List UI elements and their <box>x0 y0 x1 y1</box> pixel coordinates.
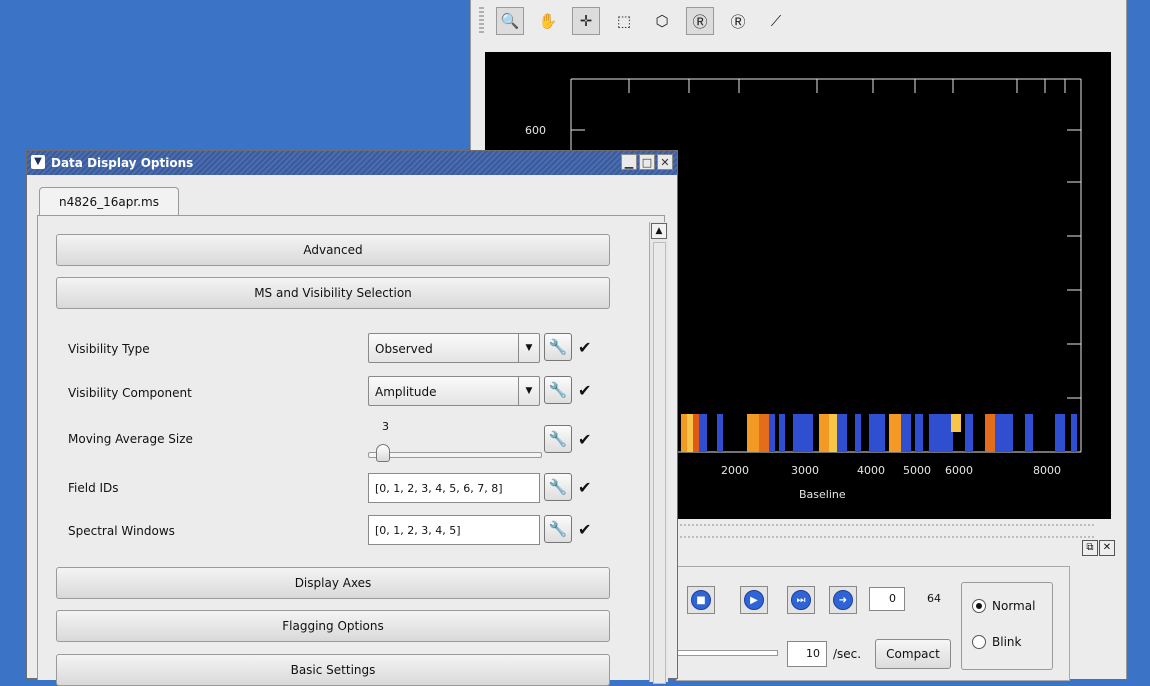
mode-blink-option[interactable]: Blink <box>972 635 1021 649</box>
wrench-icon[interactable]: 🔧 <box>544 376 572 404</box>
x-axis-label: Baseline <box>799 488 846 501</box>
checkmark-icon: ✔ <box>578 381 592 400</box>
checkmark-icon: ✔ <box>578 478 592 497</box>
close-icon[interactable]: ✕ <box>657 154 673 170</box>
play-icon: ▶ <box>744 590 764 610</box>
region-r2-icon: Ⓡ <box>730 12 746 31</box>
ms-visibility-section-button[interactable]: MS and Visibility Selection <box>56 277 610 309</box>
data-display-options-dialog: ▼ Data Display Options ▁ □ ✕ n4826_16apr… <box>26 150 678 686</box>
x-tick-label: 8000 <box>1033 464 1061 477</box>
x-tick-label: 3000 <box>791 464 819 477</box>
polygon-icon: ⬡ <box>655 12 669 30</box>
play-forward-button[interactable]: ▶ <box>740 586 768 614</box>
step-forward-icon: ⏭ <box>791 590 811 610</box>
frame-total: 64 <box>927 592 941 605</box>
tab-n4826-16apr[interactable]: n4826_16apr.ms <box>39 187 179 216</box>
polygon-tool-button[interactable]: ⬡ <box>648 7 676 35</box>
crosshair-icon: ✛ <box>579 12 593 30</box>
y-tick-label: 600 <box>525 124 546 137</box>
checkmark-icon: ✔ <box>578 430 592 449</box>
close-icon[interactable]: ✕ <box>1099 540 1115 556</box>
zoom-icon: 🔍 <box>500 12 520 30</box>
flagging-options-section-button[interactable]: Flagging Options <box>56 610 610 642</box>
options-panel: Advanced MS and Visibility Selection Vis… <box>37 215 668 686</box>
moving-average-slider[interactable] <box>368 452 542 458</box>
region-r2-tool-button[interactable]: Ⓡ <box>724 7 752 35</box>
advanced-section-button[interactable]: Advanced <box>56 234 610 266</box>
last-frame-icon: ➜ <box>833 590 853 610</box>
rectangle-tool-button[interactable]: ⬚ <box>610 7 638 35</box>
visibility-component-select[interactable]: Amplitude ▼ <box>368 376 540 406</box>
basic-settings-section-button[interactable]: Basic Settings <box>56 654 610 686</box>
wrench-icon[interactable]: 🔧 <box>544 425 572 453</box>
dock-separator[interactable] <box>676 524 1096 538</box>
mode-normal-option[interactable]: Normal <box>972 599 1035 613</box>
window-controls: ▁ □ ✕ <box>621 154 673 170</box>
pan-icon: ✋ <box>538 12 558 30</box>
rectangle-icon: ⬚ <box>616 12 632 30</box>
scroll-thumb[interactable] <box>653 242 666 684</box>
rate-slider[interactable] <box>676 650 778 656</box>
moving-average-label: Moving Average Size <box>68 432 193 446</box>
toolbar-grip[interactable] <box>479 7 484 35</box>
visibility-type-label: Visibility Type <box>68 342 150 356</box>
rate-unit: /sec. <box>833 647 862 661</box>
checkmark-icon: ✔ <box>578 520 592 539</box>
visibility-type-select[interactable]: Observed ▼ <box>368 333 540 363</box>
stop-button[interactable]: ■ <box>687 586 715 614</box>
vertical-scrollbar[interactable]: ▲ <box>649 222 668 684</box>
checkmark-icon: ✔ <box>578 338 592 357</box>
x-tick-label: 5000 <box>903 464 931 477</box>
dialog-titlebar[interactable]: ▼ Data Display Options ▁ □ ✕ <box>27 151 677 175</box>
window-menu-icon[interactable]: ▼ <box>31 155 45 169</box>
maximize-icon[interactable]: □ <box>639 154 655 170</box>
region-r-icon: Ⓡ <box>692 12 708 31</box>
radio-unselected-icon[interactable] <box>972 635 986 649</box>
dock-buttons: ⧉ ✕ <box>1082 540 1115 556</box>
step-forward-button[interactable]: ⏭ <box>787 586 815 614</box>
x-tick-label: 4000 <box>857 464 885 477</box>
rate-input[interactable]: 10 <box>787 641 827 667</box>
radio-selected-icon[interactable] <box>972 599 986 613</box>
viewer-toolbar: 🔍 ✋ ✛ ⬚ ⬡ Ⓡ Ⓡ ⟋ <box>479 4 790 38</box>
scroll-up-icon[interactable]: ▲ <box>651 223 667 239</box>
chevron-down-icon[interactable]: ▼ <box>518 334 539 362</box>
spectral-windows-input[interactable]: [0, 1, 2, 3, 4, 5] <box>368 515 540 545</box>
chevron-down-icon[interactable]: ▼ <box>518 377 539 405</box>
x-tick-label: 6000 <box>945 464 973 477</box>
compact-button[interactable]: Compact <box>875 639 951 669</box>
region-r-tool-button[interactable]: Ⓡ <box>686 7 714 35</box>
pan-tool-button[interactable]: ✋ <box>534 7 562 35</box>
spectral-windows-label: Spectral Windows <box>68 524 175 538</box>
frame-input[interactable]: 0 <box>869 587 905 611</box>
minimize-icon[interactable]: ▁ <box>621 154 637 170</box>
wrench-icon[interactable]: 🔧 <box>544 515 572 543</box>
field-ids-input[interactable]: [0, 1, 2, 3, 4, 5, 6, 7, 8] <box>368 473 540 503</box>
x-tick-label: 2000 <box>721 464 749 477</box>
animation-mode-group: Normal Blink <box>961 582 1053 670</box>
float-icon[interactable]: ⧉ <box>1082 540 1098 556</box>
slider-thumb[interactable] <box>376 444 390 462</box>
polyline-tool-button[interactable]: ⟋ <box>762 7 790 35</box>
last-frame-button[interactable]: ➜ <box>829 586 857 614</box>
crosshair-tool-button[interactable]: ✛ <box>572 7 600 35</box>
dialog-title: Data Display Options <box>51 156 194 170</box>
display-axes-section-button[interactable]: Display Axes <box>56 567 610 599</box>
wrench-icon[interactable]: 🔧 <box>544 473 572 501</box>
visibility-component-label: Visibility Component <box>68 386 192 400</box>
field-ids-label: Field IDs <box>68 481 119 495</box>
zoom-tool-button[interactable]: 🔍 <box>496 7 524 35</box>
stop-icon: ■ <box>691 590 711 610</box>
moving-average-value: 3 <box>382 420 389 433</box>
polyline-icon: ⟋ <box>770 12 782 30</box>
raster-data <box>681 414 1077 452</box>
wrench-icon[interactable]: 🔧 <box>544 333 572 361</box>
